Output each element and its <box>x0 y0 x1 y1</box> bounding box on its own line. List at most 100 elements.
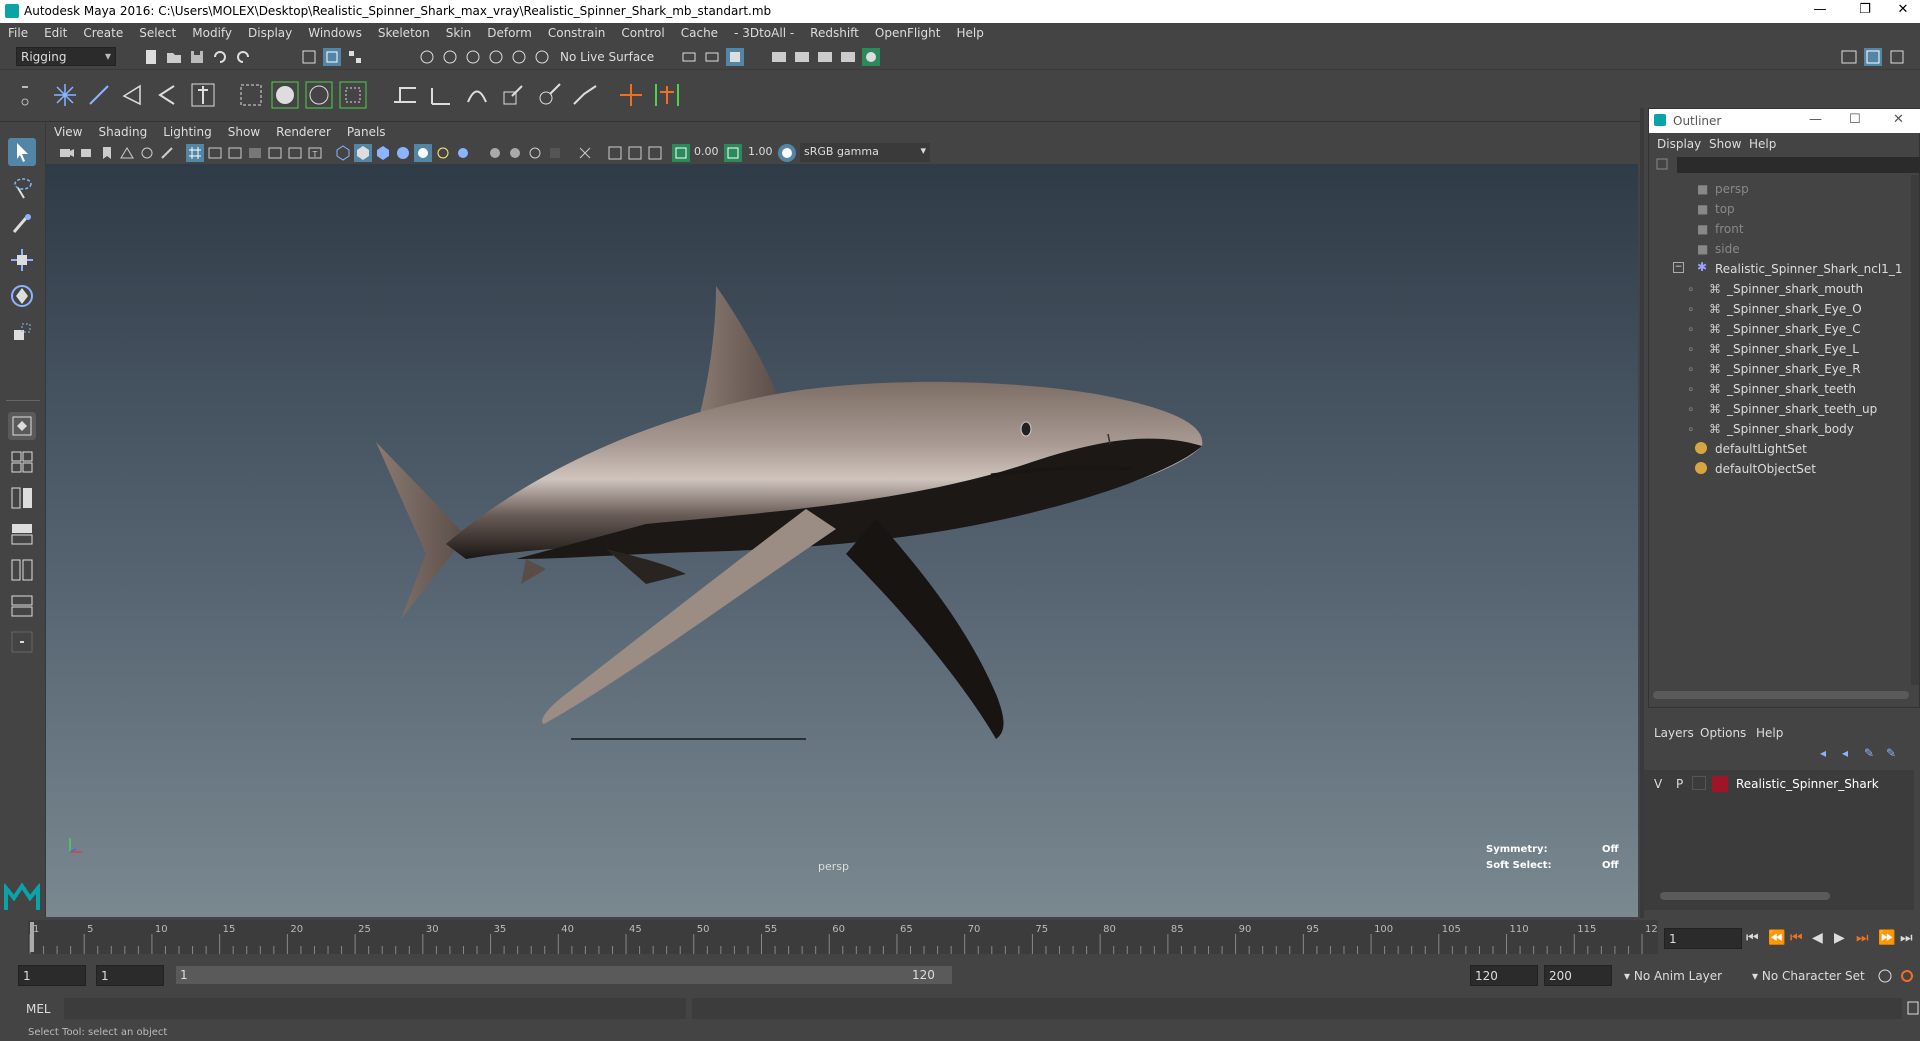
menu-display[interactable]: Display <box>240 23 300 40</box>
point-constraint-icon[interactable] <box>426 80 456 110</box>
scale-tool-icon[interactable] <box>8 318 36 346</box>
menu-windows[interactable]: Windows <box>300 23 370 40</box>
shelf-tabs-icon[interactable] <box>20 80 30 110</box>
bookmark-icon[interactable] <box>98 144 116 162</box>
step-back-key-icon[interactable]: ⏮ <box>1790 930 1803 946</box>
ipr-render-icon[interactable] <box>793 48 811 66</box>
viewport-menu-lighting[interactable]: Lighting <box>155 122 220 139</box>
wireframe-icon[interactable] <box>334 144 352 162</box>
grease-pencil-icon[interactable] <box>158 144 176 162</box>
paint-select-icon[interactable] <box>8 210 36 238</box>
outliner-menu-display[interactable]: Display <box>1657 137 1701 151</box>
cluster-icon[interactable] <box>270 80 300 110</box>
outliner-horizontal-scrollbar[interactable] <box>1653 691 1909 699</box>
single-perspective-layout-icon[interactable] <box>8 412 36 440</box>
insert-joint-icon[interactable] <box>154 82 180 108</box>
snap-view-icon[interactable] <box>487 48 505 66</box>
viewport-menu-show[interactable]: Show <box>220 122 268 139</box>
auto-key-icon[interactable] <box>1876 967 1894 985</box>
aim-constraint-icon[interactable] <box>534 80 564 110</box>
outliner-item-mesh[interactable]: ∘ ⌘ _Spinner_shark_Eye_O <box>1649 299 1909 319</box>
screen-space-ao-icon[interactable] <box>454 144 472 162</box>
pole-vector-icon[interactable] <box>570 80 600 110</box>
outliner-menu-help[interactable]: Help <box>1749 137 1776 151</box>
outliner-item-set[interactable]: defaultObjectSet <box>1649 459 1909 479</box>
use-all-lights-icon[interactable] <box>414 144 432 162</box>
outliner-item-top[interactable]: ■ top <box>1649 199 1909 219</box>
rotate-tool-icon[interactable] <box>8 282 36 310</box>
animation-start-field[interactable]: 1 <box>18 965 86 986</box>
collapse-icon[interactable]: − <box>1673 262 1684 273</box>
time-slider[interactable]: 1 5 10 15 20 25 30 35 40 45 50 55 60 65 70 75 80 85 90 95 10… <box>0 918 1920 958</box>
outliner-item-mesh[interactable]: ∘ ⌘ _Spinner_shark_Eye_L <box>1649 339 1909 359</box>
restore-button[interactable]: ❐ <box>1850 2 1880 20</box>
script-language-toggle[interactable]: MEL <box>18 998 62 1019</box>
select-object-icon[interactable] <box>323 48 341 66</box>
move-layer-down-icon[interactable]: ◂ <box>1842 746 1848 760</box>
step-forward-icon[interactable]: ⏩ <box>1878 930 1895 946</box>
play-forwards-icon[interactable]: ▶ <box>1834 930 1845 946</box>
menu-skin[interactable]: Skin <box>438 23 480 40</box>
toolbox-collapse-icon[interactable] <box>8 628 36 656</box>
3d-scene[interactable]: persp Symmetry: Off Soft Select: Off <box>46 164 1638 917</box>
gamma-icon[interactable] <box>724 144 742 162</box>
workspace-icon[interactable] <box>1840 48 1858 66</box>
outliner-item-mesh[interactable]: ∘ ⌘ _Spinner_shark_mouth <box>1649 279 1909 299</box>
outliner-menu-show[interactable]: Show <box>1709 137 1741 151</box>
new-scene-icon[interactable] <box>142 48 160 66</box>
smooth-shade-icon[interactable] <box>354 144 372 162</box>
snap-live-icon[interactable] <box>533 48 551 66</box>
step-back-icon[interactable]: ⏪ <box>1768 930 1785 946</box>
menu-openflight[interactable]: OpenFlight <box>867 23 949 40</box>
outliner-item-set[interactable]: defaultLightSet <box>1649 439 1909 459</box>
camera-attributes-icon[interactable] <box>78 144 96 162</box>
step-forward-key-icon[interactable]: ⏭ <box>1856 930 1869 946</box>
ik-spline-icon[interactable] <box>120 82 146 108</box>
select-tool-icon[interactable] <box>8 138 36 166</box>
outliner-item-front[interactable]: ■ front <box>1649 219 1909 239</box>
layers-horizontal-scrollbar[interactable] <box>1660 892 1830 900</box>
ik-fk-switch-icon[interactable] <box>652 80 682 110</box>
safe-action-icon[interactable] <box>286 144 304 162</box>
live-surface-label[interactable]: No Live Surface <box>560 50 654 64</box>
play-backwards-icon[interactable]: ◀ <box>1812 930 1823 946</box>
exposure-icon[interactable] <box>672 144 690 162</box>
command-input[interactable] <box>64 998 686 1019</box>
undo-icon[interactable] <box>211 48 229 66</box>
new-empty-layer-icon[interactable]: ✎ <box>1864 746 1874 760</box>
resolution-gate-icon[interactable] <box>226 144 244 162</box>
layer-name[interactable]: Realistic_Spinner_Shark <box>1736 777 1879 791</box>
menu-3dtoall[interactable]: - 3DtoAll - <box>726 23 802 40</box>
snap-grid-icon[interactable] <box>418 48 436 66</box>
attribute-editor-toggle-icon[interactable] <box>1888 48 1906 66</box>
character-set-dropdown[interactable]: ▾ No Character Set <box>1748 965 1888 986</box>
bind-skin-icon[interactable] <box>188 80 218 110</box>
layers-menu-help[interactable]: Help <box>1756 726 1783 740</box>
outliner-layout-icon[interactable] <box>8 592 36 620</box>
open-scene-icon[interactable] <box>165 48 183 66</box>
layer-display-type[interactable] <box>1692 776 1706 790</box>
backface-culling-icon[interactable] <box>646 144 664 162</box>
gate-mask-icon[interactable] <box>246 144 264 162</box>
layer-playback-toggle[interactable]: P <box>1676 777 1683 791</box>
colorspace-dropdown[interactable]: sRGB gamma ▾ <box>800 143 930 162</box>
outliner-item-mesh[interactable]: ∘ ⌘ _Spinner_shark_body <box>1649 419 1909 439</box>
select-component-icon[interactable] <box>346 48 364 66</box>
xray-joints-icon[interactable] <box>606 144 624 162</box>
layers-menu-options[interactable]: Options <box>1700 726 1746 740</box>
render-settings-icon[interactable] <box>816 48 834 66</box>
ik-handle-icon[interactable] <box>86 82 112 108</box>
time-slider-track[interactable]: 1 5 10 15 20 25 30 35 40 45 50 55 60 65 70 75 80 85 90 95 10… <box>28 920 1664 954</box>
preferences-icon[interactable] <box>1898 967 1916 985</box>
persp-graph-layout-icon[interactable] <box>8 520 36 548</box>
menu-file[interactable]: File <box>0 23 36 40</box>
outliner-item-group[interactable]: − ✱ Realistic_Spinner_Shark_ncl1_1 <box>1649 259 1909 279</box>
current-frame-field[interactable]: 1 <box>1664 928 1742 949</box>
snap-curve-icon[interactable] <box>441 48 459 66</box>
gamma-field[interactable]: 1.00 <box>748 145 773 158</box>
playback-end-field[interactable]: 120 <box>1470 965 1538 986</box>
outliner-item-mesh[interactable]: ∘ ⌘ _Spinner_shark_teeth <box>1649 379 1909 399</box>
range-slider-bar[interactable]: 1 120 <box>176 966 952 984</box>
viewport-menu-shading[interactable]: Shading <box>90 122 155 139</box>
script-editor-icon[interactable] <box>1906 1000 1920 1016</box>
